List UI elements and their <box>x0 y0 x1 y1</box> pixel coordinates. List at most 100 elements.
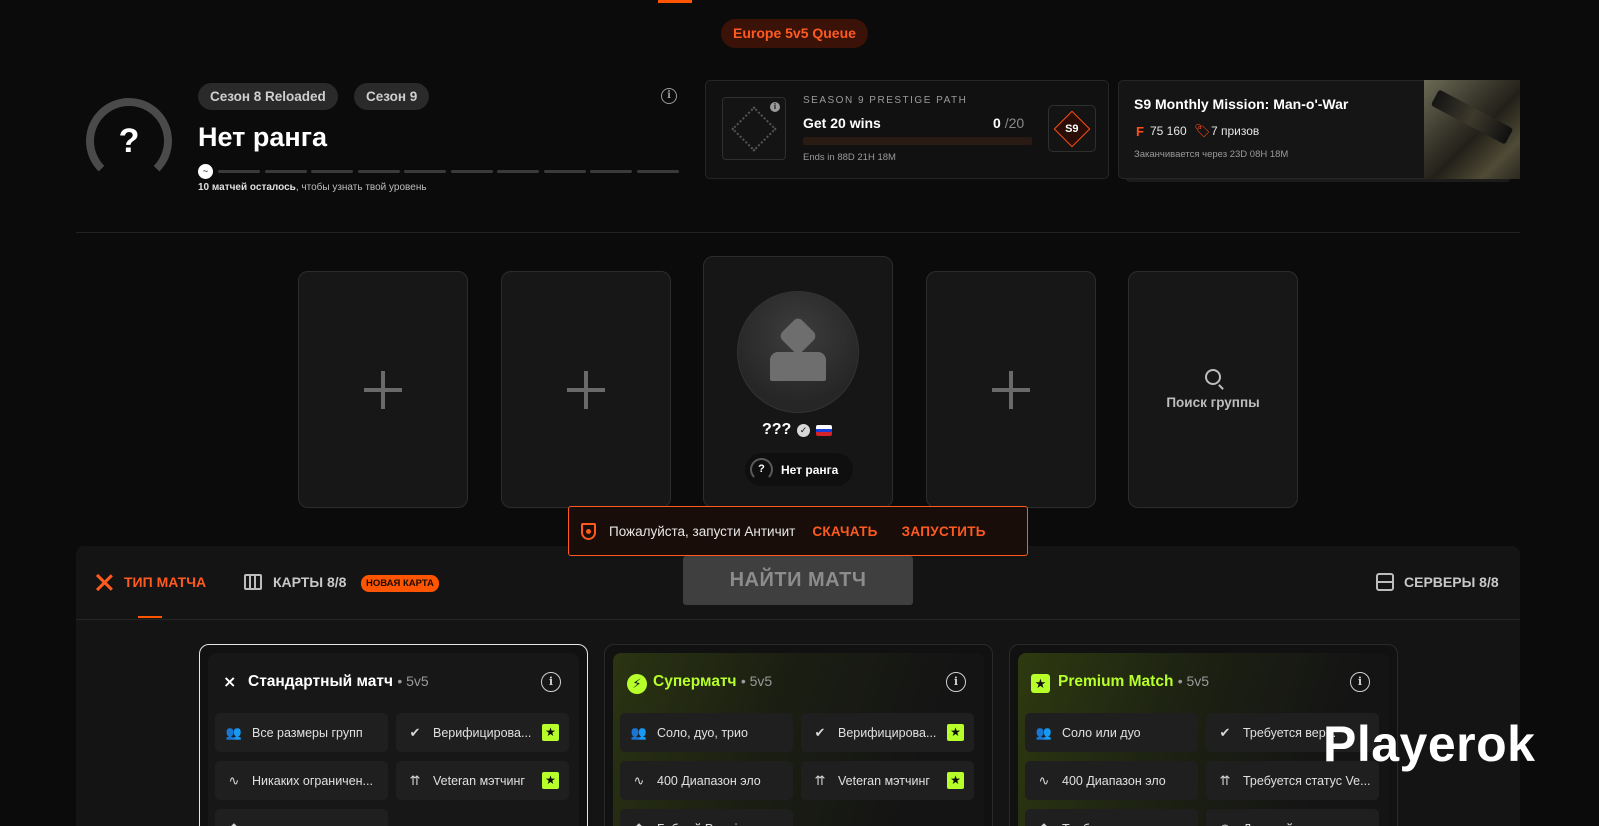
mode-feature: ∿ Никаких ограничен... <box>215 761 388 800</box>
premium-star-icon: ★ <box>947 724 964 741</box>
find-party-slot[interactable]: Поиск группы <box>1128 271 1298 508</box>
rank-info-icon[interactable]: i <box>661 88 677 104</box>
watermark-text: Playerok <box>1323 716 1536 772</box>
mode-feature: ⬆ <box>215 809 388 826</box>
mode-feature: ⬆ Требуется премиум <box>1025 809 1198 826</box>
mode-info-icon[interactable]: i <box>946 672 966 692</box>
feature-label: Все размеры групп <box>252 725 363 740</box>
feature-label: Дальнейшие этапы <box>1243 822 1355 826</box>
progress-segment <box>311 170 353 173</box>
verified-icon: ✔ <box>1219 724 1231 740</box>
anticheat-warning: Пожалуйста, запусти Античит СКАЧАТЬ ЗАПУ… <box>568 506 1028 556</box>
mode-feature: ✔ Верифицирова... ★ <box>801 713 974 752</box>
russia-flag-icon <box>816 425 832 436</box>
feature-label: Бубный Premium <box>657 822 755 826</box>
plus-icon <box>364 370 402 409</box>
download-anticheat-link[interactable]: СКАЧАТЬ <box>812 524 877 539</box>
feature-label: 400 Диапазон эло <box>1062 773 1166 788</box>
clock-icon: ◷ <box>1217 821 1233 826</box>
avatar-body-icon <box>770 352 826 381</box>
feature-label: Veteran мэтчинг <box>838 773 930 788</box>
active-nav-indicator <box>658 0 692 3</box>
shield-icon <box>581 522 596 540</box>
player-rank-label: Нет ранга <box>781 462 839 477</box>
veteran-icon: ⇈ <box>814 772 826 788</box>
launch-anticheat-link[interactable]: ЗАПУСТИТЬ <box>902 524 986 539</box>
lightning-icon: ⚡ <box>627 674 647 694</box>
crosshair-icon <box>96 574 113 591</box>
invite-slot-1[interactable] <box>298 271 468 508</box>
prestige-goal: Get 20 wins <box>803 115 881 131</box>
mission-title: S9 Monthly Mission: Man-o'-War <box>1134 96 1349 112</box>
boost-icon: ⬆ <box>631 821 647 826</box>
progress-segment <box>404 170 446 173</box>
invite-slot-2[interactable] <box>501 271 671 508</box>
progress-segment <box>590 170 632 173</box>
mission-points: 75 160 <box>1150 124 1187 138</box>
matches-left-text: 10 матчей осталось, чтобы узнать твой ур… <box>198 182 427 193</box>
new-map-badge: НОВАЯ КАРТА <box>361 575 439 592</box>
invite-slot-3[interactable] <box>926 271 1096 508</box>
tab-match-type[interactable]: ТИП МАТЧА <box>124 574 206 590</box>
season-9-tab[interactable]: Сезон 9 <box>354 83 430 110</box>
premium-star-icon: ★ <box>542 772 559 789</box>
mode-info-icon[interactable]: i <box>541 672 561 692</box>
rank-emblem: ? <box>86 98 172 184</box>
tab-maps[interactable]: КАРТЫ 8/8 <box>273 574 346 590</box>
map-icon <box>244 574 262 590</box>
verified-icon: ✔ <box>814 724 826 740</box>
users-icon: 👥 <box>1035 724 1053 740</box>
elo-progress-icon: ~ <box>198 164 213 179</box>
boost-icon: ⬆ <box>1036 821 1052 826</box>
mode-feature: ⬆ Бубный Premium <box>620 809 793 826</box>
rank-mini-icon: ? <box>750 458 773 481</box>
player-rank-badge: ? Нет ранга <box>745 453 853 486</box>
progress-segment <box>264 170 307 173</box>
premium-star-icon: ★ <box>542 724 559 741</box>
feature-label: Никаких ограничен... <box>252 773 373 788</box>
prestige-info-icon[interactable]: i <box>770 102 780 112</box>
mode-title-supermatch: Суперматч • 5v5 <box>653 673 773 690</box>
mode-feature: 👥 Соло или дуо <box>1025 713 1198 752</box>
season-badge-box: S9 <box>1048 105 1096 152</box>
prestige-ends: Ends in 88D 21H 18M <box>803 152 896 163</box>
mode-title-premium: Premium Match • 5v5 <box>1058 673 1210 690</box>
users-icon: 👥 <box>630 724 648 740</box>
mode-feature: ⇈ Veteran мэтчинг ★ <box>801 761 974 800</box>
mode-feature: ✔ Верифицирова... ★ <box>396 713 569 752</box>
season-8-tab[interactable]: Сезон 8 Reloaded <box>198 83 338 110</box>
mode-feature: ∿ 400 Диапазон эло <box>620 761 793 800</box>
mission-prizes: 7 призов <box>1211 124 1260 138</box>
verified-icon: ✔ <box>409 724 421 740</box>
boost-icon: ⬆ <box>226 821 242 826</box>
prize-tag-icon: 🏷 <box>1194 123 1211 138</box>
find-match-button[interactable]: НАЙТИ МАТЧ <box>683 556 913 605</box>
mode-feature: ◷ Дальнейшие этапы <box>1206 809 1379 826</box>
prestige-progress-bar <box>803 137 1032 145</box>
player-name: ??? <box>762 421 792 438</box>
server-icon <box>1376 573 1394 591</box>
mode-feature: ⇈ Veteran мэтчинг ★ <box>396 761 569 800</box>
veteran-icon: ⇈ <box>409 772 421 788</box>
elo-icon: ∿ <box>633 772 645 788</box>
search-icon <box>1205 369 1221 385</box>
feature-label: Соло или дуо <box>1062 725 1141 740</box>
queue-badge[interactable]: Europe 5v5 Queue <box>721 19 868 48</box>
mode-feature: 👥 Все размеры групп <box>215 713 388 752</box>
veteran-icon: ⇈ <box>1219 772 1231 788</box>
tab-servers[interactable]: СЕРВЕРЫ 8/8 <box>1404 574 1499 590</box>
feature-label: Верифицирова... <box>838 725 937 740</box>
mode-feature: ∿ 400 Диапазон эло <box>1025 761 1198 800</box>
progress-segment <box>357 170 400 173</box>
mode-info-icon[interactable]: i <box>1350 672 1370 692</box>
faceit-points-icon: F <box>1136 124 1144 139</box>
mode-title-standard: Стандартный матч • 5v5 <box>248 673 429 690</box>
premium-star-icon: ★ <box>947 772 964 789</box>
feature-label: Верифицирова... <box>433 725 532 740</box>
find-party-label: Поиск группы <box>1166 395 1260 410</box>
progress-segment <box>636 170 679 173</box>
progress-segment <box>497 170 539 173</box>
elo-icon: ∿ <box>1038 772 1050 788</box>
plus-icon <box>567 370 605 409</box>
prestige-count: 0 /20 <box>993 115 1025 131</box>
